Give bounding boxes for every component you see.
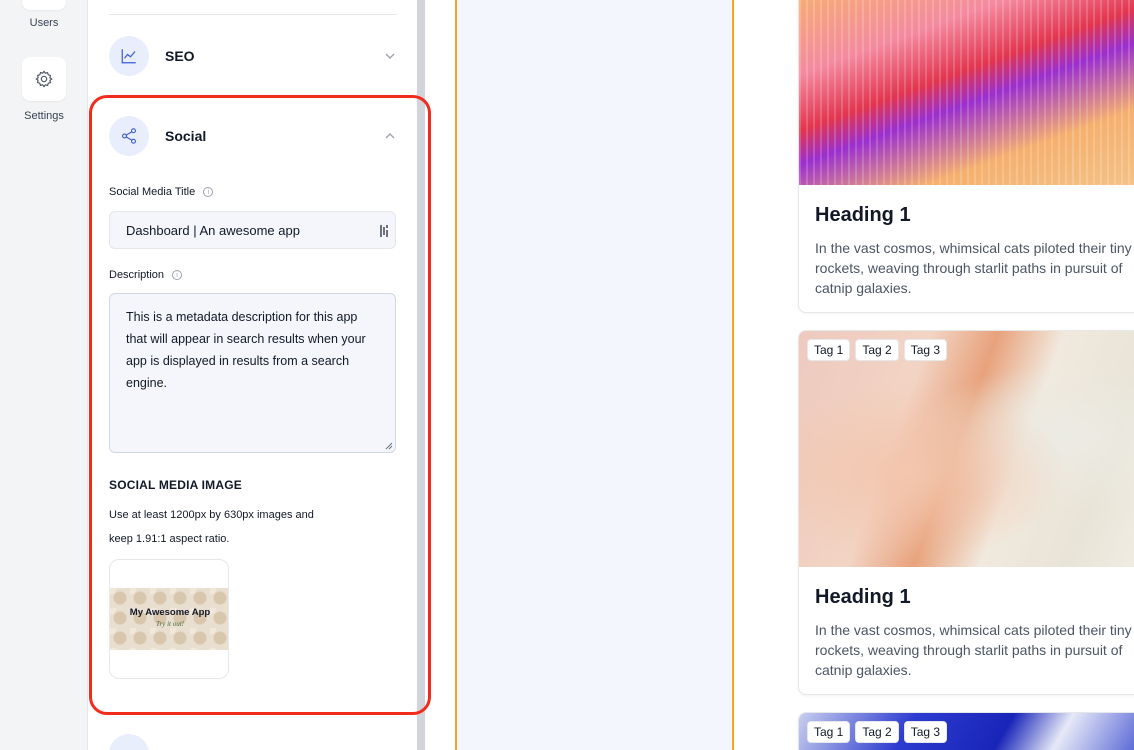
thumb-title: My Awesome App xyxy=(129,607,211,618)
share-icon xyxy=(121,128,137,144)
description-label-text: Description xyxy=(109,269,165,281)
chevron-down-icon[interactable] xyxy=(383,49,397,63)
social-icon-badge xyxy=(109,116,149,156)
social-section-header[interactable]: Social xyxy=(109,114,397,158)
seo-section-title: SEO xyxy=(165,48,195,64)
social-image-heading: SOCIAL MEDIA IMAGE xyxy=(109,478,242,492)
next-section-icon-badge[interactable] xyxy=(109,734,149,750)
rail-settings-label: Settings xyxy=(24,110,64,122)
content-card[interactable]: Tag 1 Tag 2 Tag 3 xyxy=(798,712,1134,750)
tag-list: Tag 1 Tag 2 Tag 3 xyxy=(807,339,948,361)
content-card[interactable]: Heading 1 In the vast cosmos, whimsical … xyxy=(798,0,1134,313)
rail-settings-button[interactable] xyxy=(22,57,66,101)
content-card[interactable]: Tag 1 Tag 2 Tag 3 Heading 1 In the vast … xyxy=(798,330,1134,695)
social-image-preview: My Awesome App Try it out! xyxy=(110,588,228,650)
rail-users-button[interactable] xyxy=(22,0,66,10)
tag[interactable]: Tag 1 xyxy=(807,339,851,361)
social-section-title: Social xyxy=(165,128,207,144)
description-value: This is a metadata description for this … xyxy=(126,310,366,390)
chevron-up-icon[interactable] xyxy=(383,129,397,143)
thumb-subtitle: Try it out! xyxy=(155,620,184,628)
info-icon[interactable]: i xyxy=(203,187,214,197)
card-heading: Heading 1 xyxy=(815,204,911,226)
info-icon[interactable]: i xyxy=(172,270,183,280)
social-image-help-line1: Use at least 1200px by 630px images and xyxy=(109,509,314,521)
social-title-input[interactable]: Dashboard | An awesome app xyxy=(109,211,396,249)
seo-icon-badge xyxy=(109,36,149,76)
social-image-help-line2: keep 1.91:1 aspect ratio. xyxy=(109,533,230,545)
card-image xyxy=(799,0,1134,185)
card-image xyxy=(799,331,1134,567)
social-title-label-text: Social Media Title xyxy=(109,186,196,198)
seo-section-header[interactable]: SEO xyxy=(109,34,397,78)
tag[interactable]: Tag 1 xyxy=(807,721,851,743)
center-column xyxy=(455,0,734,750)
settings-panel: SEO Social Social Media Title i Dashboar… xyxy=(89,0,417,750)
tag[interactable]: Tag 3 xyxy=(903,339,948,361)
description-label: Description i xyxy=(109,269,183,281)
app-rail: Users Settings xyxy=(0,0,88,750)
social-image-upload[interactable]: My Awesome App Try it out! xyxy=(109,559,229,679)
gear-icon xyxy=(35,70,53,88)
tag[interactable]: Tag 2 xyxy=(855,339,899,361)
card-body: In the vast cosmos, whimsical cats pilot… xyxy=(815,622,1132,678)
chart-line-icon xyxy=(121,49,136,64)
panel-scrollbar[interactable] xyxy=(417,0,425,750)
tag[interactable]: Tag 2 xyxy=(855,721,899,743)
card-body: In the vast cosmos, whimsical cats pilot… xyxy=(815,240,1132,296)
description-textarea[interactable]: This is a metadata description for this … xyxy=(109,293,396,453)
password-manager-icon[interactable] xyxy=(380,224,390,238)
tag-list: Tag 1 Tag 2 Tag 3 xyxy=(807,721,948,743)
tag[interactable]: Tag 3 xyxy=(903,721,948,743)
section-divider xyxy=(109,14,397,15)
card-heading: Heading 1 xyxy=(815,586,911,608)
rail-users-label: Users xyxy=(29,17,59,29)
resize-handle-icon[interactable] xyxy=(385,442,393,450)
social-title-label: Social Media Title i xyxy=(109,186,214,198)
social-title-value: Dashboard | An awesome app xyxy=(126,222,300,238)
